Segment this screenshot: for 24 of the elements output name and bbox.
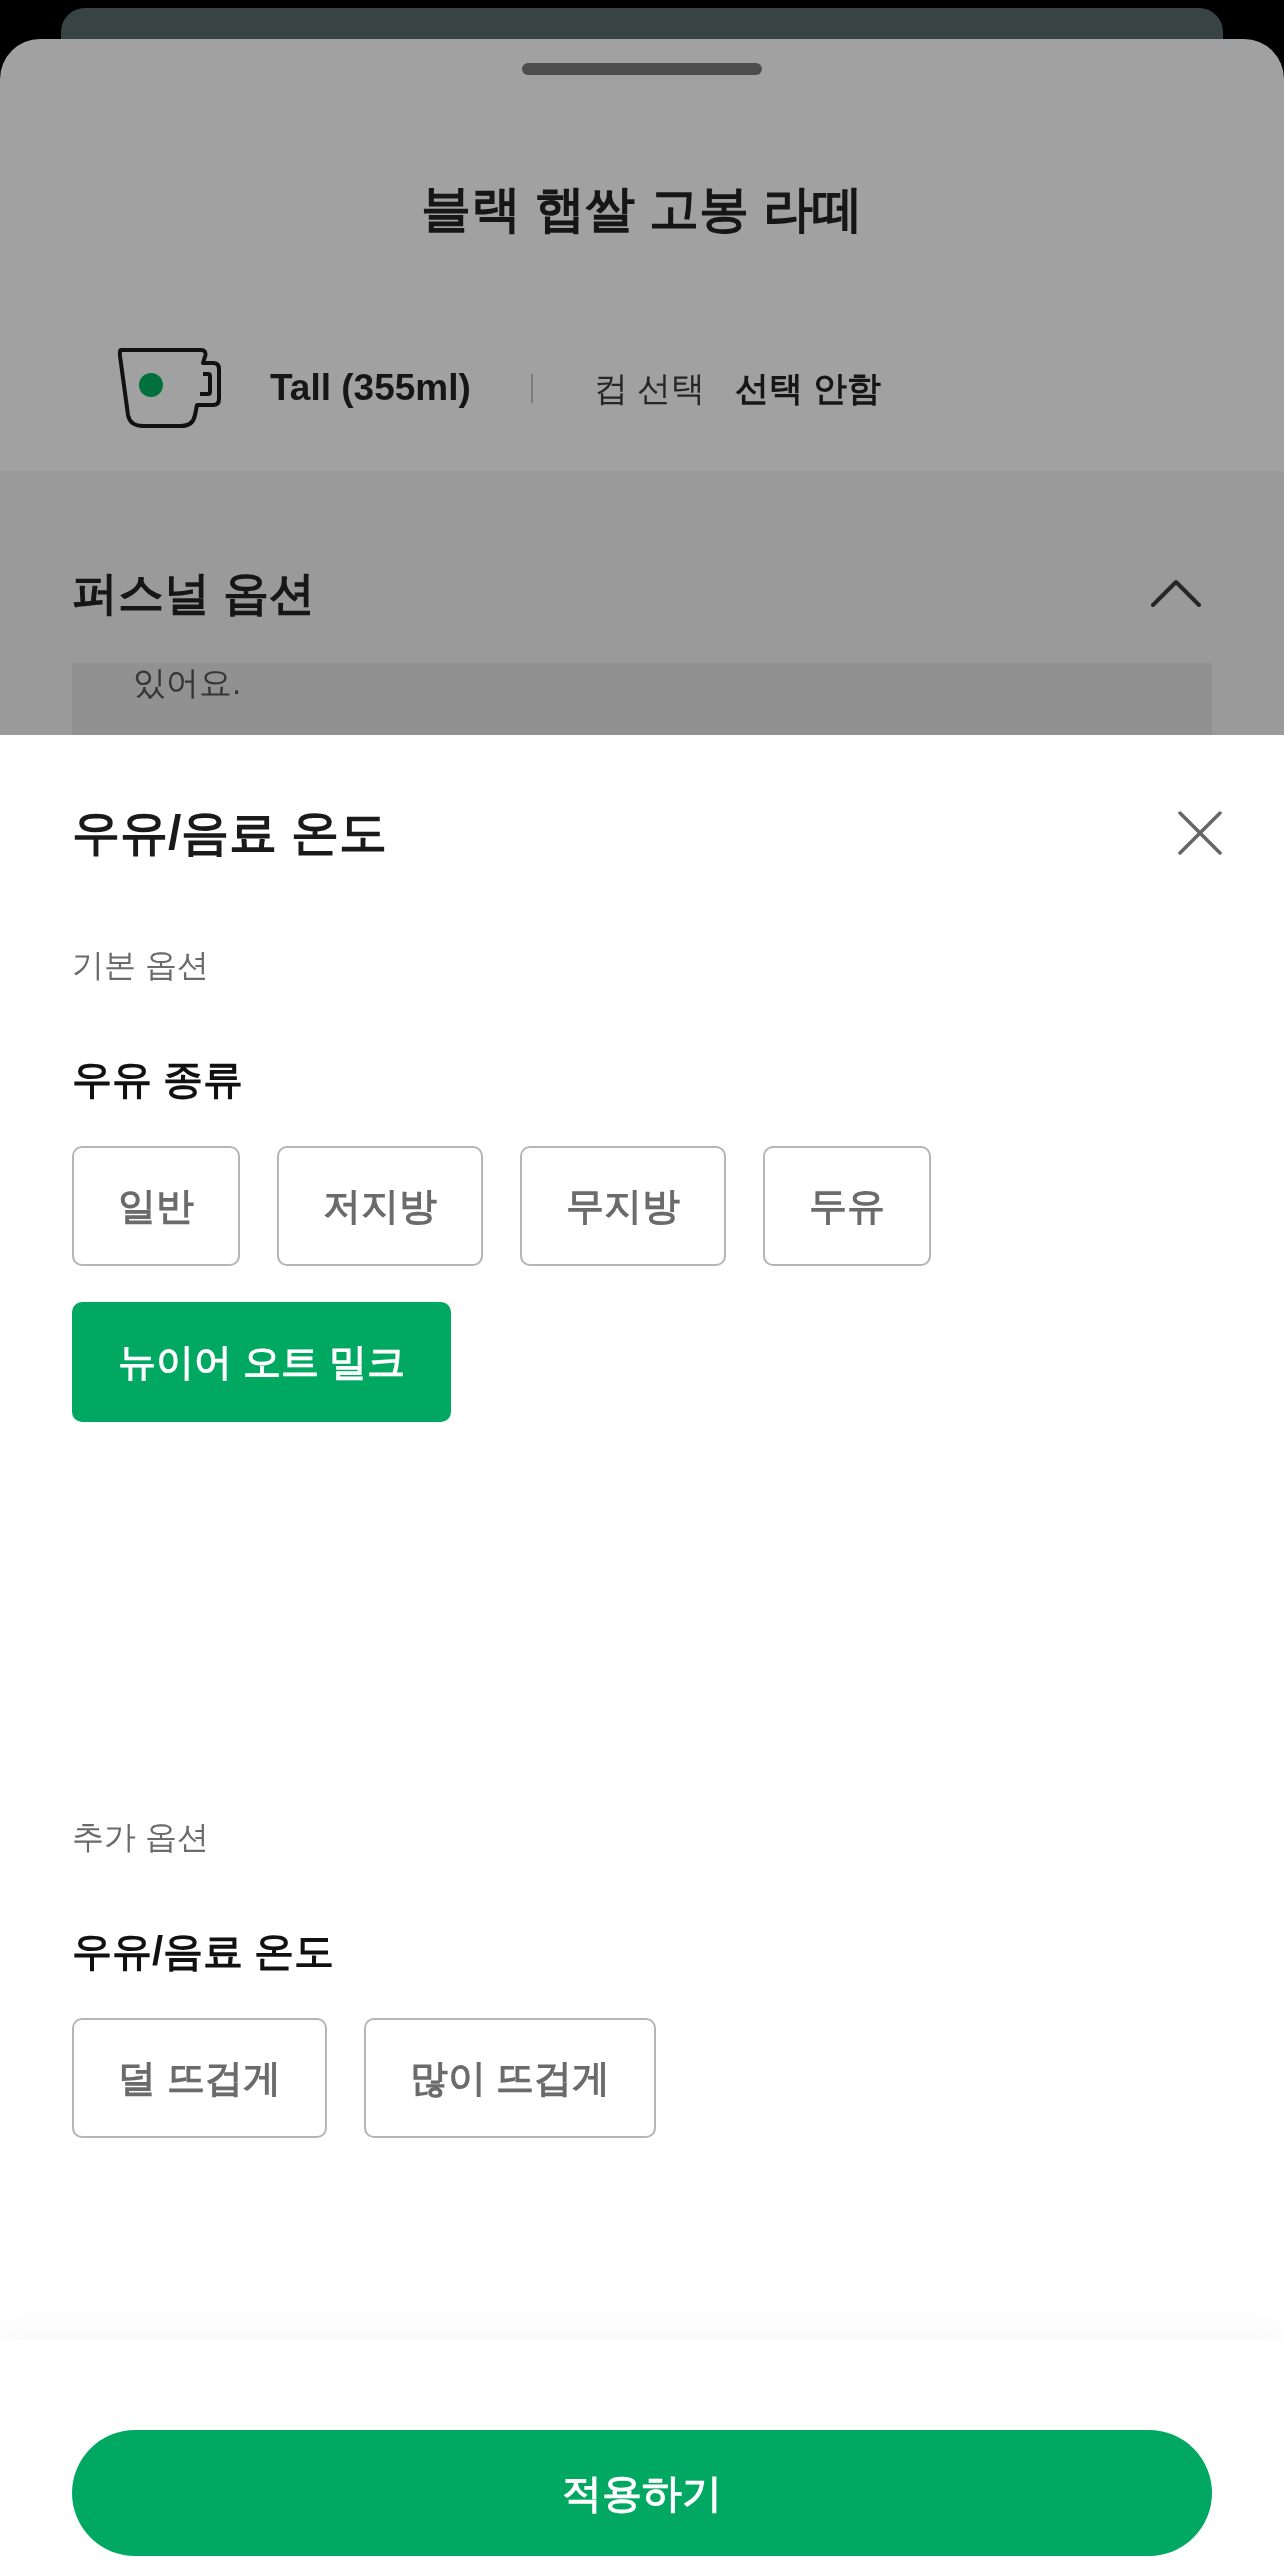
option-button[interactable]: 뉴이어 오트 밀크 bbox=[72, 1302, 452, 1422]
option-button[interactable]: 무지방 bbox=[520, 1146, 726, 1266]
size-label: Tall (355ml) bbox=[270, 366, 471, 410]
apply-button[interactable]: 적용하기 bbox=[72, 2430, 1212, 2556]
notice-text: 있어요. bbox=[133, 663, 243, 703]
option-button[interactable]: 덜 뜨겁게 bbox=[72, 2018, 327, 2138]
group-label: 추가 옵션 bbox=[72, 1818, 209, 1857]
cup-value: 선택 안함 bbox=[735, 368, 881, 409]
option-button[interactable]: 두유 bbox=[763, 1146, 931, 1266]
section-title: 퍼스널 옵션 bbox=[72, 566, 315, 621]
product-title: 블랙 햅쌀 고봉 라떼 bbox=[421, 180, 863, 239]
cup-label: 컵 선택 bbox=[593, 368, 706, 409]
group-label: 기본 옵션 bbox=[72, 946, 209, 985]
sheet-title: 우유/음료 온도 bbox=[72, 805, 387, 861]
group-heading: 우유/음료 온도 bbox=[72, 1928, 335, 1975]
mug-icon bbox=[117, 347, 221, 429]
option-button[interactable]: 많이 뜨겁게 bbox=[363, 2018, 657, 2138]
close-button[interactable] bbox=[1178, 811, 1222, 855]
option-button[interactable]: 일반 bbox=[72, 1146, 240, 1266]
option-button[interactable]: 저지방 bbox=[277, 1146, 483, 1266]
drag-handle[interactable] bbox=[522, 63, 762, 75]
chevron-up-icon[interactable] bbox=[1151, 579, 1201, 607]
close-icon bbox=[1178, 811, 1222, 855]
group-heading: 우유 종류 bbox=[72, 1056, 244, 1103]
